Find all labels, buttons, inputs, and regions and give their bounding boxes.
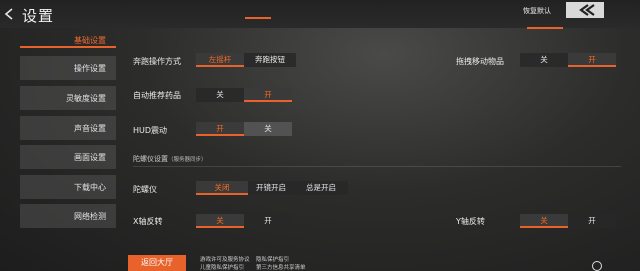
gyroscope-scope-option[interactable]: 开镜开启 <box>248 181 294 195</box>
y-invert-off-option[interactable]: 关 <box>520 214 568 228</box>
sidebar-active-indicator <box>20 46 116 48</box>
sprint-mode-label: 奔跑操作方式 <box>133 57 181 66</box>
sidebar-item-controls[interactable]: 操作设置 <box>20 56 116 80</box>
return-lobby-button[interactable]: 返回大厅 <box>128 255 186 271</box>
close-button[interactable] <box>566 2 604 18</box>
drag-move-items-label: 拖拽移动物品 <box>456 57 504 66</box>
sprint-mode-button-option[interactable]: 奔跑按钮 <box>244 53 296 67</box>
hud-shake-on-option[interactable]: 开 <box>196 122 244 136</box>
gyro-section-label: 陀螺仪设置 <box>133 155 168 163</box>
privacy-guide-link[interactable]: 隐私保护指引 <box>256 255 289 263</box>
sidebar-item-sensitivity[interactable]: 灵敏度设置 <box>20 86 116 110</box>
sidebar-item-sound[interactable]: 声音设置 <box>20 116 116 140</box>
back-chevron-icon <box>579 4 595 16</box>
auto-recommend-meds-label: 自动推荐药品 <box>133 91 181 100</box>
restore-accent-line <box>527 27 563 29</box>
drag-move-items-on-option[interactable]: 开 <box>568 53 616 67</box>
drag-move-items-off-option[interactable]: 关 <box>520 53 568 67</box>
header-accent-line <box>245 17 271 19</box>
restore-default-button[interactable]: 恢复默认 <box>514 4 560 18</box>
sidebar-item-graphics[interactable]: 画面设置 <box>20 145 116 169</box>
x-invert-label: X轴反转 <box>133 217 163 226</box>
back-arrow-icon[interactable] <box>2 6 16 20</box>
hud-shake-label: HUD震动 <box>133 126 168 135</box>
hud-shake-off-option[interactable]: 关 <box>244 122 292 136</box>
x-invert-on-option[interactable]: 开 <box>244 214 292 228</box>
third-party-list-link[interactable]: 第三方信息共享清单 <box>256 263 306 271</box>
sidebar-item-network[interactable]: 网络检测 <box>20 204 116 228</box>
child-privacy-link[interactable]: 儿童隐私保护指引 <box>200 263 244 271</box>
sidebar-item-downloads[interactable]: 下载中心 <box>20 175 116 199</box>
gyro-section-note: （服务器同步） <box>168 157 207 163</box>
gyroscope-label: 陀螺仪 <box>133 185 157 194</box>
section-divider <box>133 166 621 167</box>
auto-recommend-meds-off-option[interactable]: 关 <box>196 88 244 102</box>
x-invert-off-option[interactable]: 关 <box>196 214 244 228</box>
sprint-mode-joystick-option[interactable]: 左摇杆 <box>196 53 244 67</box>
info-icon[interactable] <box>592 261 602 271</box>
license-agreement-link[interactable]: 游戏许可及服务协议 <box>200 255 250 263</box>
gyro-section-title: 陀螺仪设置（服务器同步） <box>133 154 207 164</box>
y-invert-on-option[interactable]: 开 <box>568 214 616 228</box>
page-title: 设置 <box>22 7 55 25</box>
auto-recommend-meds-on-option[interactable]: 开 <box>244 88 292 102</box>
gyroscope-off-option[interactable]: 关闭 <box>196 181 248 195</box>
y-invert-label: Y轴反转 <box>456 217 485 226</box>
gyroscope-always-option[interactable]: 总是开启 <box>294 181 348 195</box>
